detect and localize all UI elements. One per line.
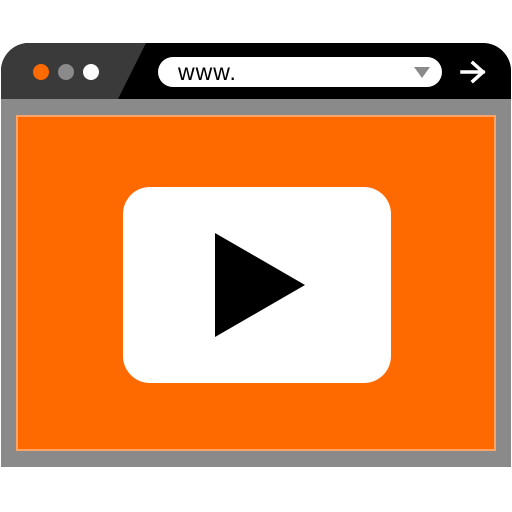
- browser-titlebar: www.: [1, 43, 511, 99]
- dropdown-arrow-icon[interactable]: [414, 67, 430, 78]
- video-content-area: [16, 115, 496, 451]
- window-controls-panel: [1, 43, 146, 99]
- maximize-window-dot[interactable]: [83, 64, 99, 80]
- play-icon: [215, 233, 305, 337]
- browser-icon-canvas: www.: [0, 0, 512, 512]
- play-button[interactable]: [123, 187, 391, 383]
- forward-button[interactable]: [456, 58, 490, 86]
- browser-window: www.: [1, 43, 511, 467]
- close-window-dot[interactable]: [33, 64, 49, 80]
- address-bar[interactable]: www.: [158, 57, 442, 87]
- minimize-window-dot[interactable]: [58, 64, 74, 80]
- address-bar-text: www.: [178, 59, 237, 85]
- arrow-right-icon: [460, 60, 486, 84]
